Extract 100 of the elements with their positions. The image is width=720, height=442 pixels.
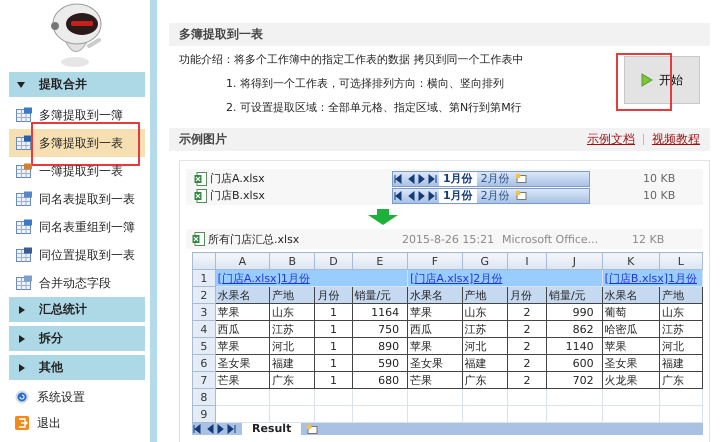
header-cell: 月份 (507, 286, 547, 304)
intro-text: 功能介绍：将多个工作簿中的指定工作表的数据 拷贝到同一个工作表中 (179, 52, 524, 67)
table-cell: 890 (352, 338, 408, 354)
column-header[interactable]: F (408, 252, 462, 270)
column-header[interactable]: B (270, 252, 315, 270)
sheet-tab[interactable]: 1月份 (439, 172, 477, 186)
new-sheet-icon[interactable] (514, 190, 528, 201)
sidebar-item[interactable]: 系统设置 (9, 384, 145, 410)
table-cell: 山东 (462, 304, 508, 320)
sidebar-item[interactable]: 一簿提取到一表 (9, 157, 145, 185)
column-header[interactable]: D (314, 252, 352, 270)
file-name: 所有门店汇总.xlsx (208, 232, 300, 246)
column-header[interactable]: A (215, 252, 270, 270)
row-header[interactable]: 1 (192, 270, 216, 286)
table-cell: 750 (352, 320, 408, 338)
sidebar-item[interactable]: 合并动态字段 (9, 269, 145, 297)
section-header[interactable]: 其他 (9, 355, 145, 381)
column-header[interactable]: G (462, 252, 508, 270)
table-cell: 990 (546, 304, 602, 320)
table-cell: 圣女果 (408, 354, 462, 372)
table-cell: 2 (507, 304, 547, 320)
table-cell: 河北 (462, 338, 508, 354)
table-cell: 苹果 (215, 338, 270, 354)
row-header[interactable]: 7 (192, 372, 216, 388)
table-cell: 2 (507, 320, 547, 338)
sidebar-item[interactable]: 同名表提取到一表 (9, 185, 145, 213)
table-cell: 江苏 (462, 320, 508, 338)
spreadsheet-icon (15, 163, 33, 179)
column-header[interactable]: J (546, 252, 602, 270)
table-cell: 1 (314, 338, 352, 354)
header-cell: 水果名 (215, 286, 270, 304)
spreadsheet-file-icon (194, 188, 207, 202)
table-cell: 河北 (270, 338, 315, 354)
sidebar-item[interactable]: 同位置提取到一表 (9, 241, 145, 269)
caret-icon (19, 364, 25, 372)
spreadsheet-file-icon (192, 232, 205, 246)
sidebar-item[interactable]: 同名表重组到一簿 (9, 213, 145, 241)
sheet-nav-icon[interactable] (393, 190, 439, 200)
table-cell: 广东 (270, 372, 315, 388)
file-name: 门店B.xlsx (210, 188, 265, 203)
link[interactable]: 视频教程 (652, 131, 700, 148)
merged-cell: [门店A.xlsx]1月份 (215, 270, 408, 286)
sidebar-item[interactable]: 退出 (9, 410, 145, 436)
row-header[interactable]: 8 (192, 388, 216, 406)
row-header[interactable]: 4 (192, 320, 216, 338)
sheet-tab[interactable]: 2月份 (476, 188, 514, 202)
caret-icon (19, 306, 25, 314)
row-header[interactable]: 2 (192, 286, 216, 304)
header-cell: 水果名 (602, 286, 660, 304)
sheet-tab[interactable]: 1月份 (439, 188, 477, 202)
table-cell: 福建 (462, 354, 508, 372)
sheet-nav-icon[interactable] (192, 424, 238, 434)
sheet-nav-icon[interactable] (393, 174, 439, 184)
down-arrow-icon (368, 209, 398, 225)
new-sheet-icon[interactable] (514, 173, 528, 184)
page-title: 多簿提取到一表 (179, 26, 264, 43)
table-cell: 江苏 (270, 320, 315, 338)
section-title: 示例图片 (179, 131, 228, 148)
new-sheet-icon[interactable] (305, 424, 320, 434)
section-header[interactable]: 拆分 (9, 326, 145, 352)
merged-cell: [门店B.xlsx]1月份 (602, 270, 702, 286)
file-type: Microsoft Office... (502, 232, 600, 246)
start-button[interactable]: 开始 (624, 56, 700, 104)
row-header[interactable]: 9 (192, 406, 216, 422)
table-cell: 福建 (270, 354, 315, 372)
merged-cell: [门店A.xlsx]2月份 (408, 270, 602, 286)
section-header[interactable]: 汇总统计 (9, 297, 145, 323)
column-header[interactable]: K (602, 252, 660, 270)
settings-icon (15, 390, 29, 404)
column-header[interactable]: E (352, 252, 408, 270)
sheet-tab[interactable]: 2月份 (476, 172, 514, 186)
sidebar-item[interactable]: 多簿提取到一表 (9, 129, 145, 157)
table-cell: 西瓜 (215, 320, 270, 338)
table-cell: 哈密瓜 (602, 320, 660, 338)
header-cell: 水果名 (408, 286, 462, 304)
corner-cell[interactable] (192, 252, 216, 270)
table-cell: 1140 (546, 338, 602, 354)
caret-icon (17, 82, 25, 88)
table-cell: 1164 (352, 304, 408, 320)
table-cell: 广东 (659, 372, 702, 388)
table-cell: 1 (314, 354, 352, 372)
table-cell: 苹果 (408, 338, 462, 354)
header-cell: 销量/元 (352, 286, 408, 304)
row-header[interactable]: 6 (192, 354, 216, 372)
link[interactable]: 示例文档 (587, 131, 635, 148)
column-header[interactable]: I (507, 252, 547, 270)
table-cell: 680 (352, 372, 408, 388)
table-cell: 火龙果 (602, 372, 660, 388)
table-cell: 江苏 (659, 320, 702, 338)
section-header[interactable]: 提取合并 (9, 72, 145, 98)
table-cell: 苹果 (408, 304, 462, 320)
table-cell: 苹果 (215, 304, 270, 320)
column-header[interactable]: L (659, 252, 702, 270)
row-header[interactable]: 3 (192, 304, 216, 320)
table-cell: 芒果 (215, 372, 270, 388)
sheet-tab[interactable]: Result (242, 423, 302, 435)
row-header[interactable]: 5 (192, 338, 216, 354)
sidebar-item[interactable]: 多簿提取到一簿 (9, 101, 145, 129)
play-icon (641, 73, 653, 87)
spreadsheet-icon (15, 191, 33, 207)
